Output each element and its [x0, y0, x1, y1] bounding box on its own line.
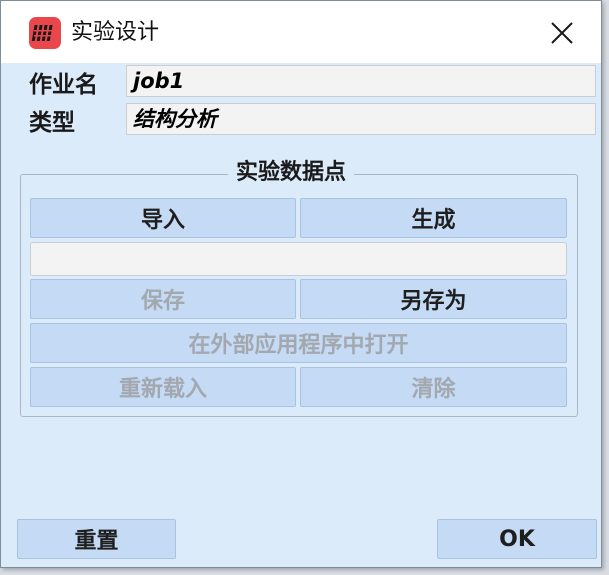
open-external-button[interactable]: 在外部应用程序中打开: [30, 323, 567, 363]
save-button[interactable]: 保存: [30, 279, 296, 319]
type-label: 类型: [29, 110, 75, 136]
dialog-window: 实验设计 作业名 job1 类型 结构分析 实验数据点 导入 生成 保存 另存为…: [0, 0, 602, 568]
reload-button[interactable]: 重新载入: [30, 367, 296, 407]
import-button[interactable]: 导入: [30, 198, 296, 238]
window-title: 实验设计: [71, 20, 160, 45]
close-button[interactable]: [537, 13, 587, 53]
job-name-label: 作业名: [29, 72, 98, 98]
title-bar: 实验设计: [1, 1, 601, 63]
clear-button[interactable]: 清除: [300, 367, 567, 407]
group-title: 实验数据点: [228, 158, 355, 188]
app-logo-icon: [29, 17, 61, 49]
job-name-field[interactable]: job1: [126, 65, 596, 97]
reset-button[interactable]: 重置: [17, 519, 176, 559]
save-as-button[interactable]: 另存为: [300, 279, 567, 319]
type-field[interactable]: 结构分析: [126, 103, 596, 135]
ok-button[interactable]: OK: [437, 519, 597, 559]
close-icon: [551, 22, 573, 44]
dialog-footer: 重置 OK: [1, 519, 601, 567]
data-file-path-field[interactable]: [30, 242, 567, 276]
generate-button[interactable]: 生成: [300, 198, 567, 238]
